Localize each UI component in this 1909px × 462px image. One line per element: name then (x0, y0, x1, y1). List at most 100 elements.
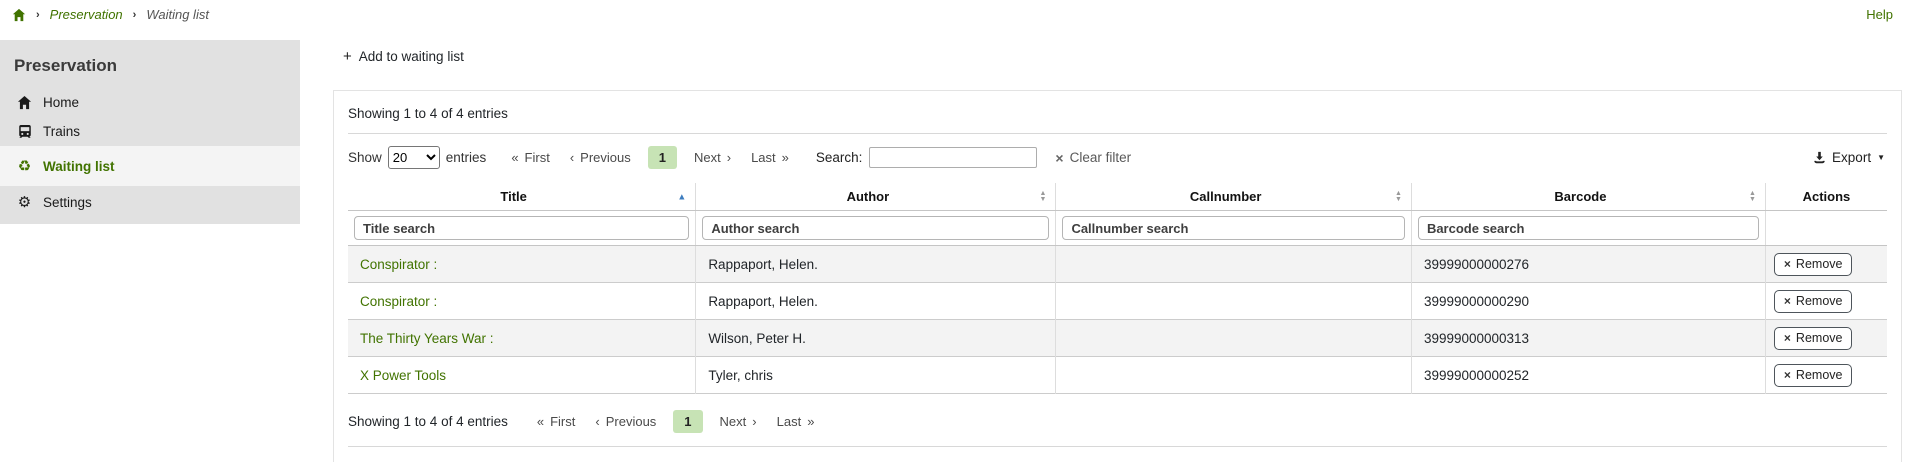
column-header-callnumber[interactable]: Callnumber ▲▼ (1056, 183, 1412, 211)
top-bar: › Preservation › Waiting list Help (0, 0, 1909, 27)
barcode-cell: 39999000000313 (1411, 320, 1765, 357)
help-link[interactable]: Help (1866, 7, 1893, 22)
author-cell: Rappaport, Helen. (696, 283, 1056, 320)
download-icon (1813, 151, 1826, 164)
column-header-barcode[interactable]: Barcode ▲▼ (1411, 183, 1765, 211)
remove-button[interactable]: × Remove (1774, 327, 1853, 350)
title-link[interactable]: The Thirty Years War : (360, 331, 494, 346)
table-footer: Showing 1 to 4 of 4 entries « First ‹ Pr… (348, 410, 1887, 446)
remove-button[interactable]: × Remove (1774, 290, 1853, 313)
x-icon: × (1784, 332, 1791, 344)
angle-right-icon: › (752, 414, 756, 429)
remove-button[interactable]: × Remove (1774, 253, 1853, 276)
x-icon: × (1055, 151, 1063, 165)
main-content: + Add to waiting list Showing 1 to 4 of … (300, 27, 1909, 462)
sidebar-item-home[interactable]: Home (0, 88, 300, 117)
pagination-top: « First ‹ Previous 1 Next › Last » (502, 146, 798, 169)
page-size-select[interactable]: 20 (388, 146, 440, 169)
author-cell: Rappaport, Helen. (696, 246, 1056, 283)
pagination-first[interactable]: « First (528, 410, 585, 433)
title-link[interactable]: Conspirator : (360, 257, 437, 272)
table-info-bottom: Showing 1 to 4 of 4 entries (348, 414, 508, 429)
sidebar-item-trains[interactable]: Trains (0, 117, 300, 146)
title-link[interactable]: Conspirator : (360, 294, 437, 309)
pagination-last[interactable]: Last » (768, 410, 824, 433)
export-button[interactable]: Export ▼ (1813, 150, 1887, 165)
search-label: Search: (816, 150, 863, 165)
sidebar-item-label: Settings (43, 195, 92, 210)
clear-filter-button[interactable]: × Clear filter (1055, 150, 1131, 165)
author-cell: Wilson, Peter H. (696, 320, 1056, 357)
callnumber-cell (1056, 357, 1412, 394)
table-row: The Thirty Years War : Wilson, Peter H. … (348, 320, 1887, 357)
add-to-waiting-list-label: Add to waiting list (359, 49, 464, 64)
preservation-sidebar: Preservation Home Trains (0, 40, 300, 224)
title-link[interactable]: X Power Tools (360, 368, 446, 383)
search-input[interactable] (869, 147, 1037, 168)
callnumber-cell (1056, 320, 1412, 357)
barcode-filter-input[interactable] (1418, 216, 1759, 240)
callnumber-cell (1056, 283, 1412, 320)
entries-label: entries (446, 150, 487, 165)
show-label: Show (348, 150, 382, 165)
pagination-previous[interactable]: ‹ Previous (561, 146, 640, 169)
pagination-bottom: « First ‹ Previous 1 Next › Last » (528, 410, 824, 433)
remove-button[interactable]: × Remove (1774, 364, 1853, 387)
breadcrumb-separator: › (36, 9, 40, 21)
sidebar-item-waiting-list[interactable]: ♻ Waiting list (0, 146, 300, 186)
home-icon[interactable] (12, 8, 26, 22)
breadcrumb-preservation[interactable]: Preservation (50, 7, 123, 22)
callnumber-cell (1056, 246, 1412, 283)
pagination-last[interactable]: Last » (742, 146, 798, 169)
angle-double-right-icon: » (782, 150, 789, 165)
column-header-author[interactable]: Author ▲▼ (696, 183, 1056, 211)
recycle-icon: ♻ (16, 157, 33, 175)
x-icon: × (1784, 258, 1791, 270)
divider (348, 133, 1887, 134)
callnumber-filter-input[interactable] (1062, 216, 1405, 240)
angle-double-left-icon: « (511, 150, 518, 165)
angle-left-icon: ‹ (570, 150, 574, 165)
x-icon: × (1784, 369, 1791, 381)
breadcrumb-waiting-list: Waiting list (146, 7, 209, 22)
column-header-actions: Actions (1765, 183, 1887, 211)
x-icon: × (1784, 295, 1791, 307)
table-controls: Show 20 entries « First ‹ Previous 1 (348, 146, 1887, 169)
angle-double-right-icon: » (807, 414, 814, 429)
pagination-previous[interactable]: ‹ Previous (586, 410, 665, 433)
sidebar-item-label: Trains (43, 124, 80, 139)
sidebar-title: Preservation (0, 40, 300, 88)
breadcrumb-separator: › (133, 9, 137, 21)
sidebar-nav: Home Trains ♻ Waiting list ⚙ (0, 88, 300, 218)
barcode-cell: 39999000000252 (1411, 357, 1765, 394)
table-row: Conspirator : Rappaport, Helen. 39999000… (348, 246, 1887, 283)
add-to-waiting-list-button[interactable]: + Add to waiting list (333, 40, 470, 83)
waiting-list-panel: Showing 1 to 4 of 4 entries Show 20 entr… (333, 90, 1902, 462)
actions-filter-cell (1765, 211, 1887, 246)
sidebar-item-label: Waiting list (43, 159, 115, 174)
table-info-top: Showing 1 to 4 of 4 entries (348, 104, 1887, 133)
caret-down-icon: ▼ (1877, 153, 1885, 162)
pagination-next[interactable]: Next › (711, 410, 766, 433)
waiting-list-table: Title ▲ Author ▲▼ Callnumber ▲▼ Barcod (348, 183, 1887, 394)
pagination-first[interactable]: « First (502, 146, 559, 169)
sort-icon: ▲▼ (1749, 191, 1756, 203)
divider (348, 446, 1887, 447)
sort-icon: ▲▼ (1040, 191, 1047, 203)
gear-icon: ⚙ (16, 193, 33, 211)
pagination-current-page[interactable]: 1 (648, 146, 677, 169)
angle-right-icon: › (727, 150, 731, 165)
author-filter-input[interactable] (702, 216, 1049, 240)
table-row: Conspirator : Rappaport, Helen. 39999000… (348, 283, 1887, 320)
breadcrumb: › Preservation › Waiting list (12, 7, 209, 22)
sidebar-item-settings[interactable]: ⚙ Settings (0, 186, 300, 218)
sort-icon: ▲▼ (1395, 191, 1402, 203)
title-filter-input[interactable] (354, 216, 689, 240)
train-icon (16, 124, 33, 139)
plus-icon: + (343, 48, 352, 65)
home-icon (16, 95, 33, 110)
pagination-next[interactable]: Next › (685, 146, 740, 169)
pagination-current-page[interactable]: 1 (673, 410, 702, 433)
column-header-title[interactable]: Title ▲ (348, 183, 696, 211)
table-row: X Power Tools Tyler, chris 3999900000025… (348, 357, 1887, 394)
